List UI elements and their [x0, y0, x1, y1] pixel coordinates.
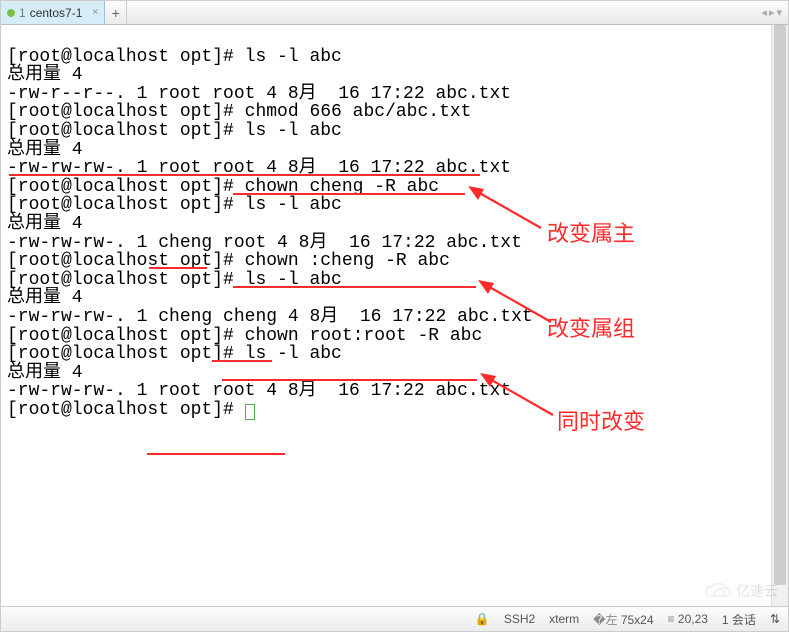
- tab-nav-controls: ◂ ▸ ▾: [755, 1, 788, 24]
- close-icon[interactable]: ×: [92, 7, 98, 18]
- vertical-scrollbar[interactable]: [771, 25, 788, 606]
- annotation-label-both: 同时改变: [557, 404, 645, 436]
- scroll-thumb[interactable]: [774, 25, 786, 585]
- status-session: 1 会话: [722, 611, 756, 628]
- cmd-chmod: chmod 666 abc/abc.txt: [245, 102, 472, 122]
- cmd-chown-both: chown root:root -R abc: [245, 326, 483, 346]
- status-bar: 🔒 SSH2 xterm �左 75x24 ≡ 20,23 1 会话 ⇅: [1, 606, 788, 631]
- out-file4: -rw-rw-rw-. 1 cheng cheng 4 8月 16 17:22 …: [7, 307, 533, 327]
- prompt: [root@localhost opt]#: [7, 195, 245, 215]
- annotation-underline: [9, 174, 480, 176]
- out-total1: 总用量 4: [7, 65, 83, 85]
- cmd-chown-group: chown :cheng -R abc: [245, 251, 450, 271]
- annotation-underline: [233, 193, 465, 195]
- annotation-underline: [147, 453, 285, 455]
- annotation-label-group: 改变属组: [547, 311, 635, 343]
- tab-centos7-1[interactable]: 1 centos7-1 ×: [1, 1, 105, 24]
- annotation-underline: [233, 286, 476, 288]
- status-dot-icon: [7, 9, 15, 17]
- add-tab-button[interactable]: +: [105, 1, 127, 24]
- lock-icon: 🔒: [475, 612, 490, 626]
- cloud-icon: [704, 582, 732, 600]
- out-total5: 总用量 4: [7, 363, 83, 383]
- cmd-ls3: ls -l abc: [245, 195, 342, 215]
- watermark-text: 亿速云: [736, 581, 778, 601]
- cmd-ls1: ls -l abc: [245, 47, 342, 67]
- out-total4: 总用量 4: [7, 288, 83, 308]
- tab-nav-left-icon[interactable]: ◂: [761, 6, 767, 19]
- annotation-label-owner: 改变属主: [547, 216, 635, 248]
- prompt: [root@localhost opt]#: [7, 344, 245, 364]
- out-file3: -rw-rw-rw-. 1 cheng root 4 8月 16 17:22 a…: [7, 233, 522, 253]
- cmd-ls2: ls -l abc: [245, 121, 342, 141]
- tab-nav-right-icon[interactable]: ▸: [769, 6, 775, 19]
- status-pos-group: ≡ 20,23: [668, 612, 708, 626]
- tab-index: 1: [19, 6, 26, 20]
- prompt: [root@localhost opt]#: [7, 326, 245, 346]
- prompt: [root@localhost opt]#: [7, 251, 245, 271]
- status-size-group: �左 75x24: [593, 611, 653, 628]
- out-total3: 总用量 4: [7, 214, 83, 234]
- annotation-underline: [149, 267, 207, 269]
- terminal-output[interactable]: [root@localhost opt]# ls -l abc 总用量 4 -r…: [1, 25, 771, 606]
- prompt: [root@localhost opt]#: [7, 270, 245, 290]
- prompt: [root@localhost opt]#: [7, 177, 245, 197]
- tab-spacer: [127, 1, 755, 24]
- tab-bar: 1 centos7-1 × + ◂ ▸ ▾: [1, 1, 788, 25]
- out-file5: -rw-rw-rw-. 1 root root 4 8月 16 17:22 ab…: [7, 381, 511, 401]
- prompt: [root@localhost opt]#: [7, 102, 245, 122]
- out-total2: 总用量 4: [7, 140, 83, 160]
- annotation-underline: [222, 379, 477, 381]
- cursor-icon: [245, 404, 255, 420]
- status-arrows-icon: ⇅: [770, 612, 780, 626]
- tab-nav-menu-icon[interactable]: ▾: [776, 6, 782, 19]
- annotation-underline: [212, 360, 272, 362]
- prompt: [root@localhost opt]#: [7, 400, 245, 420]
- prompt: [root@localhost opt]#: [7, 121, 245, 141]
- watermark: 亿速云: [704, 581, 778, 601]
- prompt: [root@localhost opt]#: [7, 47, 245, 67]
- tab-title: centos7-1: [30, 6, 83, 20]
- out-file1: -rw-r--r--. 1 root root 4 8月 16 17:22 ab…: [7, 84, 511, 104]
- status-protocol: SSH2: [504, 612, 535, 626]
- status-term: xterm: [549, 612, 579, 626]
